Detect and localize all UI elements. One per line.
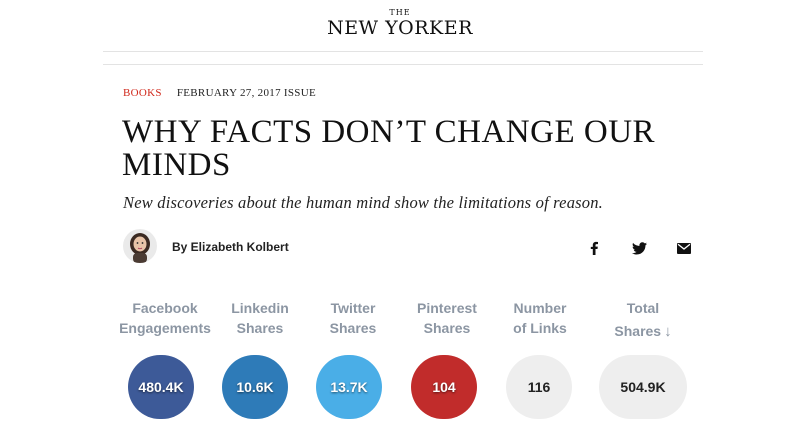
sort-arrow-icon[interactable]: ↓ [664, 323, 672, 340]
email-icon[interactable] [674, 238, 694, 258]
stat-label-line2: Shares ↓ [593, 321, 693, 342]
stat-label-line2: Shares [329, 320, 377, 336]
masthead-the: THE [389, 8, 411, 17]
stat-twitter-shares: Twitter Shares [303, 298, 403, 338]
stat-label-line1: Pinterest [417, 300, 477, 316]
author-avatar[interactable] [123, 229, 157, 263]
stat-label-line1: Total [626, 300, 660, 316]
stat-bubble-pinterest: 104 [411, 355, 477, 419]
facebook-icon[interactable] [584, 238, 604, 258]
section-link[interactable]: BOOKS [123, 87, 162, 99]
stat-facebook-engagements: Facebook Engagements [115, 298, 215, 338]
article-headline: WHY FACTS DON’T CHANGE OUR MINDS [122, 114, 656, 183]
stat-bubble-total: 504.9K [599, 355, 687, 419]
header-divider [103, 51, 703, 52]
stat-total-shares[interactable]: Total Shares ↓ [593, 298, 693, 342]
stat-bubble-links: 116 [506, 355, 572, 419]
twitter-icon[interactable] [629, 238, 649, 258]
stat-label-line2: Shares [423, 320, 471, 336]
author-byline[interactable]: By Elizabeth Kolbert [172, 240, 289, 254]
stat-label-line1: Facebook [132, 300, 198, 316]
stat-number-of-links: Number of Links [490, 298, 590, 338]
stat-label-line1: Linkedin [231, 300, 289, 316]
stat-label-line1: Twitter [330, 300, 376, 316]
masthead-name: NEW YORKER [327, 17, 473, 39]
stat-bubble-linkedin: 10.6K [222, 355, 288, 419]
stat-label-line1: Number [513, 300, 567, 316]
article-meta: BOOKS FEBRUARY 27, 2017 ISSUE [123, 87, 316, 99]
header-divider-lower [103, 64, 703, 65]
stat-label-text: Shares [614, 323, 662, 339]
stat-pinterest-shares: Pinterest Shares [397, 298, 497, 338]
masthead-logo[interactable]: THE NEW YORKER [0, 8, 800, 39]
stat-label-line2: Shares [236, 320, 284, 336]
stat-label-line2: Engagements [119, 320, 211, 336]
stat-linkedin-shares: Linkedin Shares [210, 298, 310, 338]
stat-label-line2: of Links [513, 320, 567, 336]
issue-date[interactable]: FEBRUARY 27, 2017 ISSUE [177, 87, 316, 99]
stat-bubble-facebook: 480.4K [128, 355, 194, 419]
article-dek: New discoveries about the human mind sho… [123, 193, 604, 212]
stat-bubble-twitter: 13.7K [316, 355, 382, 419]
